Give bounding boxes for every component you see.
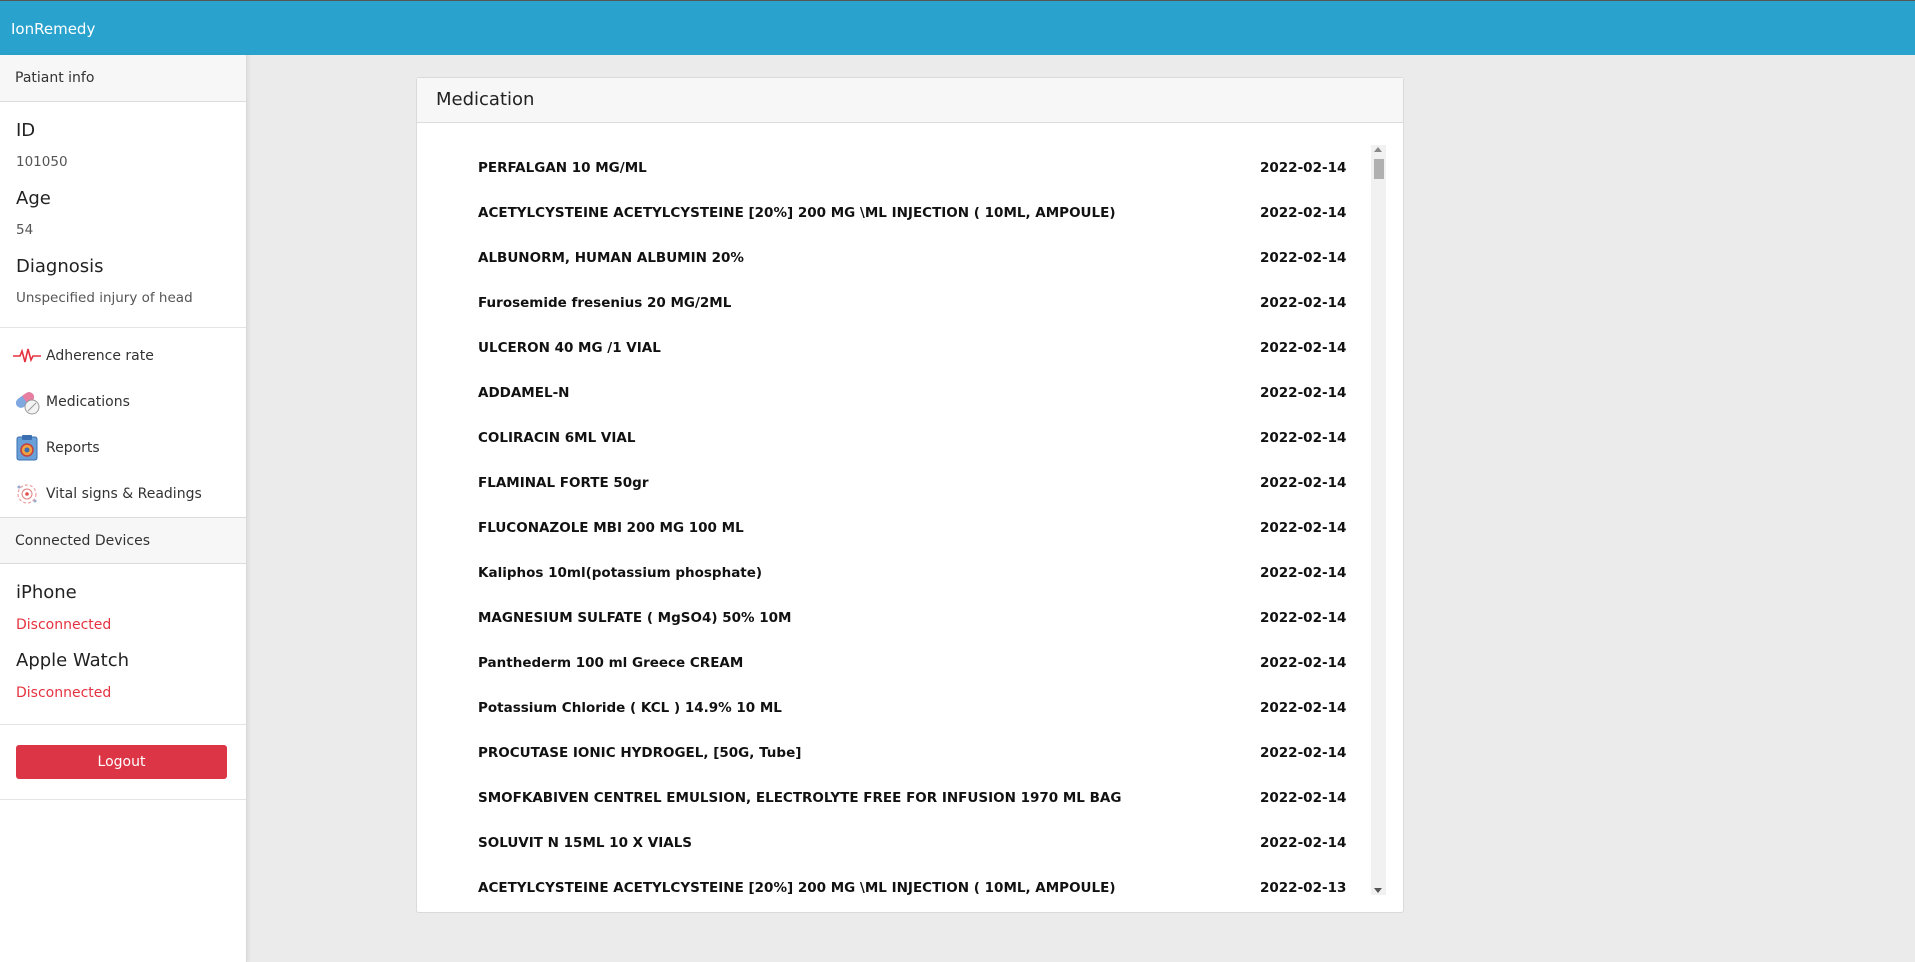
medication-date: 2022-02-14 xyxy=(1260,834,1347,851)
age-value: 54 xyxy=(16,222,34,238)
medication-name: ALBUNORM, HUMAN ALBUMIN 20% xyxy=(478,249,744,266)
device-status: Disconnected xyxy=(16,685,112,701)
sidebar-item-medications[interactable]: Medications xyxy=(0,379,246,425)
medication-date: 2022-02-14 xyxy=(1260,384,1347,401)
medication-date: 2022-02-14 xyxy=(1260,564,1347,581)
medication-date: 2022-02-14 xyxy=(1260,699,1347,716)
device-name: iPhone xyxy=(16,582,77,603)
medication-row: ALBUNORM, HUMAN ALBUMIN 20% 2022-02-14 xyxy=(436,235,1371,280)
age-label: Age xyxy=(16,188,51,209)
sidebar-item-reports[interactable]: Reports xyxy=(0,425,246,471)
medication-row: Potassium Chloride ( KCL ) 14.9% 10 ML 20… xyxy=(436,685,1371,730)
medication-date: 2022-02-14 xyxy=(1260,744,1347,761)
medication-name: ULCERON 40 MG /1 VIAL xyxy=(478,339,661,356)
pills-icon xyxy=(12,387,42,417)
medication-name: PROCUTASE IONIC HYDROGEL, [50G, Tube] xyxy=(478,744,802,761)
diagnosis-label: Diagnosis xyxy=(16,256,104,277)
sidebar-nav: Adherence rate Medications Reports Vital… xyxy=(0,328,246,517)
diagnosis-value: Unspecified injury of head xyxy=(16,290,193,306)
medication-row: Furosemide fresenius 20 MG/2ML 2022-02-14 xyxy=(436,280,1371,325)
medication-name: ACETYLCYSTEINE ACETYLCYSTEINE [20%] 200 … xyxy=(478,879,1116,896)
brand-logo-text[interactable]: IonRemedy xyxy=(11,20,95,38)
medication-date: 2022-02-14 xyxy=(1260,789,1347,806)
medication-row: SOLUVIT N 15ML 10 X VIALS 2022-02-14 xyxy=(436,820,1371,865)
medication-row: Panthederm 100 ml Greece CREAM 2022-02-14 xyxy=(436,640,1371,685)
device-name: Apple Watch xyxy=(16,650,130,671)
scrollbar[interactable] xyxy=(1371,145,1386,895)
medication-row: ACETYLCYSTEINE ACETYLCYSTEINE [20%] 200 … xyxy=(436,865,1371,896)
medication-name: Panthederm 100 ml Greece CREAM xyxy=(478,654,744,671)
sidebar-item-label: Reports xyxy=(46,440,100,456)
medication-name: ADDAMEL-N xyxy=(478,384,570,401)
sidebar: Patiant info ID 101050 Age 54 Diagnosis … xyxy=(0,55,247,962)
medication-row: ADDAMEL-N 2022-02-14 xyxy=(436,370,1371,415)
medication-name: MAGNESIUM SULFATE ( MgSO4) 50% 10M xyxy=(478,609,792,626)
medication-date: 2022-02-14 xyxy=(1260,654,1347,671)
card-title: Medication xyxy=(417,78,1403,123)
medication-row: ACETYLCYSTEINE ACETYLCYSTEINE [20%] 200 … xyxy=(436,190,1371,235)
medication-row: MAGNESIUM SULFATE ( MgSO4) 50% 10M 2022-0… xyxy=(436,595,1371,640)
sidebar-item-label: Adherence rate xyxy=(46,348,154,364)
heartbeat-icon xyxy=(12,341,42,371)
medication-row: ULCERON 40 MG /1 VIAL 2022-02-14 xyxy=(436,325,1371,370)
medication-name: SOLUVIT N 15ML 10 X VIALS xyxy=(478,834,693,851)
medication-date: 2022-02-14 xyxy=(1260,159,1347,176)
sidebar-item-label: Vital signs & Readings xyxy=(46,486,202,502)
medication-date: 2022-02-14 xyxy=(1260,519,1347,536)
medication-name: Kaliphos 10ml(potassium phosphate) xyxy=(478,564,763,581)
medication-name: Furosemide fresenius 20 MG/2ML xyxy=(478,294,732,311)
medication-date: 2022-02-13 xyxy=(1260,879,1347,896)
vital-signs-icon xyxy=(12,479,42,509)
medication-row: PROCUTASE IONIC HYDROGEL, [50G, Tube] 202… xyxy=(436,730,1371,775)
sidebar-item-vital-signs[interactable]: Vital signs & Readings xyxy=(0,471,246,517)
medication-row: SMOFKABIVEN CENTREL EMULSION, ELECTROLYT… xyxy=(436,775,1371,820)
patient-info-header: Patiant info xyxy=(0,55,246,102)
medication-name: SMOFKABIVEN CENTREL EMULSION, ELECTROLYT… xyxy=(478,789,1122,806)
medication-card: Medication ACETYLCYSTEINE ACETYLCYSTEINE… xyxy=(416,77,1404,913)
logout-section: Logout xyxy=(0,725,246,800)
medication-date: 2022-02-14 xyxy=(1260,249,1347,266)
logout-button[interactable]: Logout xyxy=(16,745,227,779)
report-clipboard-icon xyxy=(12,433,42,463)
device-status: Disconnected xyxy=(16,617,112,633)
id-label: ID xyxy=(16,120,36,141)
medication-name: FLAMINAL FORTE 50gr xyxy=(478,474,649,491)
medication-name: PERFALGAN 10 MG/ML xyxy=(478,159,647,176)
medication-row: FLAMINAL FORTE 50gr 2022-02-14 xyxy=(436,460,1371,505)
scroll-thumb[interactable] xyxy=(1374,159,1384,179)
medication-date: 2022-02-14 xyxy=(1260,294,1347,311)
medication-row: PERFALGAN 10 MG/ML 2022-02-14 xyxy=(436,145,1371,190)
patient-info-block: ID 101050 Age 54 Diagnosis Unspecified i… xyxy=(0,102,246,328)
medication-name: ACETYLCYSTEINE ACETYLCYSTEINE [20%] 200 … xyxy=(478,204,1116,221)
id-value: 101050 xyxy=(16,154,68,170)
scroll-up-arrow-icon[interactable] xyxy=(1374,147,1382,152)
top-navbar: IonRemedy xyxy=(0,0,1915,55)
scroll-down-arrow-icon[interactable] xyxy=(1374,888,1382,893)
medication-list[interactable]: ACETYLCYSTEINE ACETYLCYSTEINE [20%] 200 … xyxy=(436,145,1386,895)
sidebar-item-label: Medications xyxy=(46,394,130,410)
medication-date: 2022-02-14 xyxy=(1260,339,1347,356)
devices-block: iPhone Disconnected Apple Watch Disconne… xyxy=(0,564,246,725)
medication-name: COLIRACIN 6ML VIAL xyxy=(478,429,636,446)
medication-date: 2022-02-14 xyxy=(1260,609,1347,626)
sidebar-item-adherence-rate[interactable]: Adherence rate xyxy=(0,333,246,379)
medication-date: 2022-02-14 xyxy=(1260,474,1347,491)
medication-row: COLIRACIN 6ML VIAL 2022-02-14 xyxy=(436,415,1371,460)
medication-date: 2022-02-14 xyxy=(1260,429,1347,446)
medication-date: 2022-02-14 xyxy=(1260,204,1347,221)
medication-row: Kaliphos 10ml(potassium phosphate) 2022-0… xyxy=(436,550,1371,595)
medication-row: FLUCONAZOLE MBI 200 MG 100 ML 2022-02-14 xyxy=(436,505,1371,550)
medication-name: Potassium Chloride ( KCL ) 14.9% 10 ML xyxy=(478,699,782,716)
connected-devices-header: Connected Devices xyxy=(0,517,246,564)
medication-name: FLUCONAZOLE MBI 200 MG 100 ML xyxy=(478,519,744,536)
